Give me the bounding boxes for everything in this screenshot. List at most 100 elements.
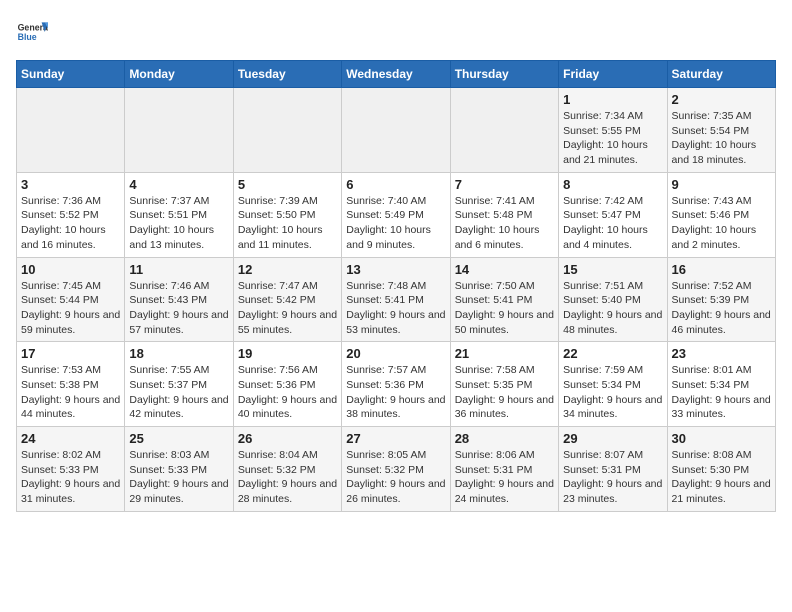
calendar-empty-cell	[233, 88, 341, 173]
day-number: 26	[238, 431, 337, 446]
calendar-week-row: 17 Sunrise: 7:53 AM Sunset: 5:38 PM Dayli…	[17, 342, 776, 427]
day-number: 17	[21, 346, 120, 361]
day-info: Sunrise: 7:50 AM Sunset: 5:41 PM Dayligh…	[455, 279, 554, 338]
day-info: Sunrise: 7:43 AM Sunset: 5:46 PM Dayligh…	[672, 194, 771, 253]
calendar-day-cell: 30 Sunrise: 8:08 AM Sunset: 5:30 PM Dayli…	[667, 427, 775, 512]
day-number: 5	[238, 177, 337, 192]
calendar-week-row: 10Sunrise: 7:45 AM Sunset: 5:44 PM Dayli…	[17, 257, 776, 342]
calendar-empty-cell	[450, 88, 558, 173]
calendar-day-cell: 1 Sunrise: 7:34 AM Sunset: 5:55 PM Daylig…	[559, 88, 667, 173]
calendar-day-cell: 17 Sunrise: 7:53 AM Sunset: 5:38 PM Dayli…	[17, 342, 125, 427]
calendar-empty-cell	[17, 88, 125, 173]
day-number: 4	[129, 177, 228, 192]
weekday-header-sunday: Sunday	[17, 61, 125, 88]
day-info: Sunrise: 8:04 AM Sunset: 5:32 PM Dayligh…	[238, 448, 337, 507]
day-number: 29	[563, 431, 662, 446]
day-number: 28	[455, 431, 554, 446]
day-info: Sunrise: 7:47 AM Sunset: 5:42 PM Dayligh…	[238, 279, 337, 338]
calendar-empty-cell	[125, 88, 233, 173]
logo: General Blue	[16, 16, 48, 48]
calendar-day-cell: 27 Sunrise: 8:05 AM Sunset: 5:32 PM Dayli…	[342, 427, 450, 512]
weekday-header-friday: Friday	[559, 61, 667, 88]
day-number: 3	[21, 177, 120, 192]
day-info: Sunrise: 7:55 AM Sunset: 5:37 PM Dayligh…	[129, 363, 228, 422]
day-info: Sunrise: 7:40 AM Sunset: 5:49 PM Dayligh…	[346, 194, 445, 253]
calendar-table: SundayMondayTuesdayWednesdayThursdayFrid…	[16, 60, 776, 512]
day-number: 12	[238, 262, 337, 277]
day-number: 19	[238, 346, 337, 361]
calendar-week-row: 24 Sunrise: 8:02 AM Sunset: 5:33 PM Dayli…	[17, 427, 776, 512]
calendar-day-cell: 2Sunrise: 7:35 AM Sunset: 5:54 PM Daylig…	[667, 88, 775, 173]
calendar-week-row: 3 Sunrise: 7:36 AM Sunset: 5:52 PM Daylig…	[17, 172, 776, 257]
day-number: 2	[672, 92, 771, 107]
day-info: Sunrise: 7:39 AM Sunset: 5:50 PM Dayligh…	[238, 194, 337, 253]
day-number: 11	[129, 262, 228, 277]
day-number: 6	[346, 177, 445, 192]
day-number: 8	[563, 177, 662, 192]
calendar-day-cell: 22 Sunrise: 7:59 AM Sunset: 5:34 PM Dayli…	[559, 342, 667, 427]
day-info: Sunrise: 7:56 AM Sunset: 5:36 PM Dayligh…	[238, 363, 337, 422]
calendar-day-cell: 21 Sunrise: 7:58 AM Sunset: 5:35 PM Dayli…	[450, 342, 558, 427]
calendar-day-cell: 8 Sunrise: 7:42 AM Sunset: 5:47 PM Daylig…	[559, 172, 667, 257]
day-info: Sunrise: 7:53 AM Sunset: 5:38 PM Dayligh…	[21, 363, 120, 422]
day-number: 15	[563, 262, 662, 277]
calendar-day-cell: 10Sunrise: 7:45 AM Sunset: 5:44 PM Dayli…	[17, 257, 125, 342]
day-number: 25	[129, 431, 228, 446]
day-number: 27	[346, 431, 445, 446]
calendar-empty-cell	[342, 88, 450, 173]
day-number: 16	[672, 262, 771, 277]
day-info: Sunrise: 8:03 AM Sunset: 5:33 PM Dayligh…	[129, 448, 228, 507]
day-info: Sunrise: 7:34 AM Sunset: 5:55 PM Dayligh…	[563, 109, 662, 168]
day-info: Sunrise: 7:48 AM Sunset: 5:41 PM Dayligh…	[346, 279, 445, 338]
day-number: 24	[21, 431, 120, 446]
day-info: Sunrise: 7:36 AM Sunset: 5:52 PM Dayligh…	[21, 194, 120, 253]
day-info: Sunrise: 7:42 AM Sunset: 5:47 PM Dayligh…	[563, 194, 662, 253]
calendar-day-cell: 13Sunrise: 7:48 AM Sunset: 5:41 PM Dayli…	[342, 257, 450, 342]
calendar-day-cell: 5 Sunrise: 7:39 AM Sunset: 5:50 PM Daylig…	[233, 172, 341, 257]
day-number: 20	[346, 346, 445, 361]
weekday-header-wednesday: Wednesday	[342, 61, 450, 88]
day-number: 18	[129, 346, 228, 361]
day-info: Sunrise: 8:02 AM Sunset: 5:33 PM Dayligh…	[21, 448, 120, 507]
day-info: Sunrise: 7:59 AM Sunset: 5:34 PM Dayligh…	[563, 363, 662, 422]
day-number: 21	[455, 346, 554, 361]
day-info: Sunrise: 8:01 AM Sunset: 5:34 PM Dayligh…	[672, 363, 771, 422]
day-info: Sunrise: 7:41 AM Sunset: 5:48 PM Dayligh…	[455, 194, 554, 253]
weekday-header-row: SundayMondayTuesdayWednesdayThursdayFrid…	[17, 61, 776, 88]
calendar-day-cell: 14 Sunrise: 7:50 AM Sunset: 5:41 PM Dayli…	[450, 257, 558, 342]
day-info: Sunrise: 7:58 AM Sunset: 5:35 PM Dayligh…	[455, 363, 554, 422]
calendar-day-cell: 9 Sunrise: 7:43 AM Sunset: 5:46 PM Daylig…	[667, 172, 775, 257]
day-number: 30	[672, 431, 771, 446]
day-number: 14	[455, 262, 554, 277]
calendar-day-cell: 24 Sunrise: 8:02 AM Sunset: 5:33 PM Dayli…	[17, 427, 125, 512]
logo-icon: General Blue	[16, 16, 48, 48]
day-info: Sunrise: 8:07 AM Sunset: 5:31 PM Dayligh…	[563, 448, 662, 507]
calendar-day-cell: 11 Sunrise: 7:46 AM Sunset: 5:43 PM Dayli…	[125, 257, 233, 342]
calendar-day-cell: 28Sunrise: 8:06 AM Sunset: 5:31 PM Dayli…	[450, 427, 558, 512]
weekday-header-thursday: Thursday	[450, 61, 558, 88]
day-number: 10	[21, 262, 120, 277]
day-number: 23	[672, 346, 771, 361]
calendar-day-cell: 18 Sunrise: 7:55 AM Sunset: 5:37 PM Dayli…	[125, 342, 233, 427]
calendar-week-row: 1 Sunrise: 7:34 AM Sunset: 5:55 PM Daylig…	[17, 88, 776, 173]
calendar-day-cell: 19 Sunrise: 7:56 AM Sunset: 5:36 PM Dayli…	[233, 342, 341, 427]
page-header: General Blue	[16, 16, 776, 48]
day-number: 22	[563, 346, 662, 361]
calendar-day-cell: 26 Sunrise: 8:04 AM Sunset: 5:32 PM Dayli…	[233, 427, 341, 512]
day-info: Sunrise: 8:05 AM Sunset: 5:32 PM Dayligh…	[346, 448, 445, 507]
day-info: Sunrise: 7:37 AM Sunset: 5:51 PM Dayligh…	[129, 194, 228, 253]
day-info: Sunrise: 7:52 AM Sunset: 5:39 PM Dayligh…	[672, 279, 771, 338]
day-info: Sunrise: 7:57 AM Sunset: 5:36 PM Dayligh…	[346, 363, 445, 422]
calendar-day-cell: 4 Sunrise: 7:37 AM Sunset: 5:51 PM Daylig…	[125, 172, 233, 257]
weekday-header-monday: Monday	[125, 61, 233, 88]
day-number: 1	[563, 92, 662, 107]
calendar-day-cell: 29 Sunrise: 8:07 AM Sunset: 5:31 PM Dayli…	[559, 427, 667, 512]
weekday-header-tuesday: Tuesday	[233, 61, 341, 88]
calendar-day-cell: 20 Sunrise: 7:57 AM Sunset: 5:36 PM Dayli…	[342, 342, 450, 427]
day-info: Sunrise: 7:46 AM Sunset: 5:43 PM Dayligh…	[129, 279, 228, 338]
weekday-header-saturday: Saturday	[667, 61, 775, 88]
day-info: Sunrise: 8:08 AM Sunset: 5:30 PM Dayligh…	[672, 448, 771, 507]
svg-text:Blue: Blue	[18, 32, 37, 42]
day-number: 9	[672, 177, 771, 192]
day-number: 7	[455, 177, 554, 192]
